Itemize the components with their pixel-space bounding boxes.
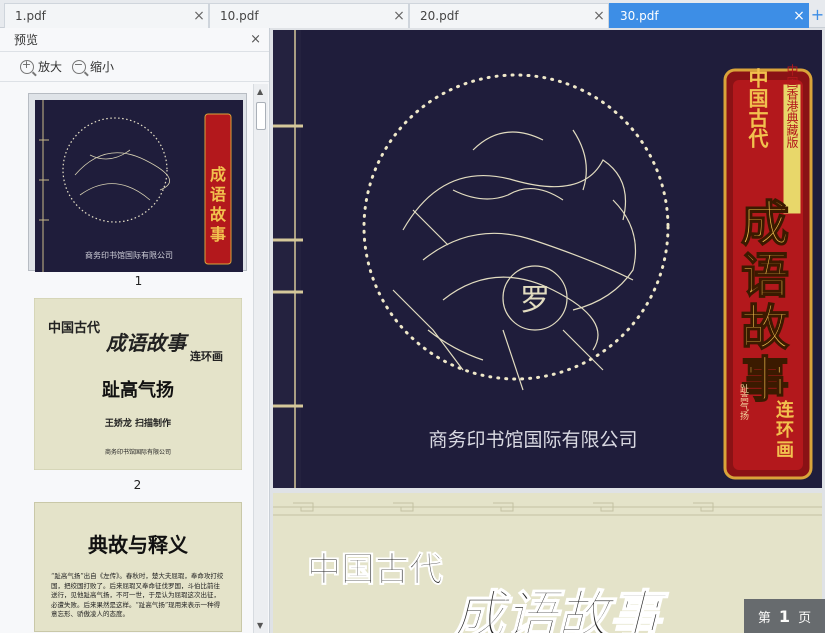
cover-title-char: 成 bbox=[741, 196, 789, 252]
scroll-down-icon[interactable]: ▼ bbox=[257, 621, 263, 630]
current-page-number: 1 bbox=[778, 606, 791, 626]
page-suffix: 页 bbox=[798, 610, 812, 626]
thumbnail-story-title: 趾高气扬 bbox=[102, 379, 174, 401]
thumbnail-sub: 连环画 bbox=[190, 349, 223, 363]
close-icon[interactable]: × bbox=[390, 8, 408, 24]
thumbnail-title-char: 事 bbox=[210, 225, 226, 244]
thumbnail-title-char: 语 bbox=[210, 185, 226, 204]
thumbnail-list: 成 语 故 事 商务印书馆国际有限公司 1 中国古代 成语故事 连环画 趾高气扬… bbox=[0, 84, 253, 633]
thumbnail-text-page: 典故与释义 “趾高气扬”出自《左传》。春秋时，楚大夫屈瑕，奉命攻打绞国，把绞国打… bbox=[34, 502, 242, 632]
tab-label: 10.pdf bbox=[220, 9, 259, 23]
seal-character: 罗 bbox=[520, 283, 550, 318]
page-indicator[interactable]: 第 1 页 bbox=[744, 599, 825, 633]
thumbnail-page-3[interactable]: 典故与释义 “趾高气扬”出自《左传》。春秋时，楚大夫屈瑕，奉命攻打绞国，把绞国打… bbox=[28, 500, 247, 633]
tab-30-pdf[interactable]: 30.pdf × bbox=[609, 3, 809, 28]
thumbnail-publisher: 商务印书馆国际有限公司 bbox=[105, 448, 171, 456]
thumbnail-cover-image: 成 语 故 事 商务印书馆国际有限公司 bbox=[35, 100, 243, 272]
tab-10-pdf[interactable]: 10.pdf × bbox=[209, 3, 409, 28]
page-number-label: 2 bbox=[133, 478, 142, 492]
cover-sub-char: 连 bbox=[776, 399, 795, 421]
sidebar-scrollbar[interactable]: ▲ ▼ bbox=[253, 84, 268, 633]
thumbnail-title-page-image: 中国古代 成语故事 连环画 趾高气扬 王娇龙 扫描制作 商务印书馆国际有限公司 bbox=[34, 298, 242, 470]
thumbnail-title-art: 成语故事 bbox=[105, 331, 189, 355]
close-icon[interactable]: × bbox=[250, 32, 261, 47]
zoom-in-icon: + bbox=[20, 58, 34, 74]
sidebar-title: 预览 bbox=[14, 33, 39, 47]
cover-publisher: 商务印书馆国际有限公司 bbox=[428, 429, 637, 451]
cover-title-char: 语 bbox=[741, 248, 789, 304]
cover-sub-char: 画 bbox=[776, 440, 794, 461]
zoom-out-icon: − bbox=[72, 58, 87, 74]
tab-20-pdf[interactable]: 20.pdf × bbox=[409, 3, 609, 28]
thumbnail-publisher: 商务印书馆国际有限公司 bbox=[85, 250, 173, 260]
cover-tag: 中国香港典藏版 bbox=[785, 63, 799, 149]
page-prefix: 第 bbox=[757, 610, 771, 626]
cover-story-small: 趾高气扬 bbox=[738, 383, 749, 421]
thumbnail-series: 中国古代 bbox=[48, 320, 100, 336]
zoom-out-button[interactable]: − 缩小 bbox=[72, 58, 114, 75]
thumbnail-credit: 王娇龙 扫描制作 bbox=[105, 417, 171, 429]
tab-label: 30.pdf bbox=[620, 9, 659, 23]
close-icon[interactable]: × bbox=[190, 8, 208, 24]
thumbnail-body: “趾高气扬”出自《左传》。春秋时，楚大夫屈瑕，奉命攻打绞国，把绞国打败了。后来屈… bbox=[51, 572, 224, 618]
page-number-label: 1 bbox=[134, 274, 143, 288]
zoom-out-label: 缩小 bbox=[90, 60, 115, 74]
close-icon[interactable]: × bbox=[790, 8, 808, 24]
page-2-series: 中国古代 bbox=[307, 550, 443, 590]
page-2-title-art: 成语故事 bbox=[453, 585, 669, 633]
tab-bar: 1.pdf × 10.pdf × 20.pdf × 30.pdf × + bbox=[0, 0, 825, 28]
page-2-preview: 中国古代 成语故事 bbox=[273, 493, 822, 633]
thumbnail-page-1[interactable]: 成 语 故 事 商务印书馆国际有限公司 1 bbox=[28, 93, 247, 288]
cover-page: 罗 商务印书馆国际有限公司 中国香港典藏版 中国古代 成 语 故 事 连 环 画… bbox=[273, 30, 822, 488]
zoom-in-button[interactable]: + 放大 bbox=[20, 58, 62, 75]
close-icon[interactable]: × bbox=[590, 8, 608, 24]
tab-label: 20.pdf bbox=[420, 9, 459, 23]
document-viewer[interactable]: 罗 商务印书馆国际有限公司 中国香港典藏版 中国古代 成 语 故 事 连 环 画… bbox=[270, 28, 825, 633]
new-tab-button[interactable]: + bbox=[810, 4, 825, 26]
scrollbar-thumb[interactable] bbox=[256, 102, 266, 130]
tab-1-pdf[interactable]: 1.pdf × bbox=[4, 3, 209, 28]
tab-label: 1.pdf bbox=[15, 9, 46, 23]
thumbnail-title-char: 成 bbox=[210, 165, 226, 184]
cover-sub-char: 环 bbox=[776, 420, 794, 441]
zoom-in-label: 放大 bbox=[38, 60, 63, 74]
thumbnail-heading: 典故与释义 bbox=[88, 533, 188, 557]
sidebar-header: 预览 × bbox=[0, 28, 269, 52]
cover-banner-top: 中国古代 bbox=[745, 67, 769, 149]
thumbnail-page-2[interactable]: 中国古代 成语故事 连环画 趾高气扬 王娇龙 扫描制作 商务印书馆国际有限公司 … bbox=[28, 296, 247, 492]
thumbnail-title-char: 故 bbox=[210, 205, 227, 224]
sidebar-toolbar: + 放大 − 缩小 bbox=[0, 52, 269, 82]
preview-sidebar: 预览 × + 放大 − 缩小 成 语 故 事 商务印书馆国际有限公司 1 中国古… bbox=[0, 28, 270, 633]
cover-title-char: 故 bbox=[741, 300, 789, 356]
scroll-up-icon[interactable]: ▲ bbox=[257, 87, 263, 96]
